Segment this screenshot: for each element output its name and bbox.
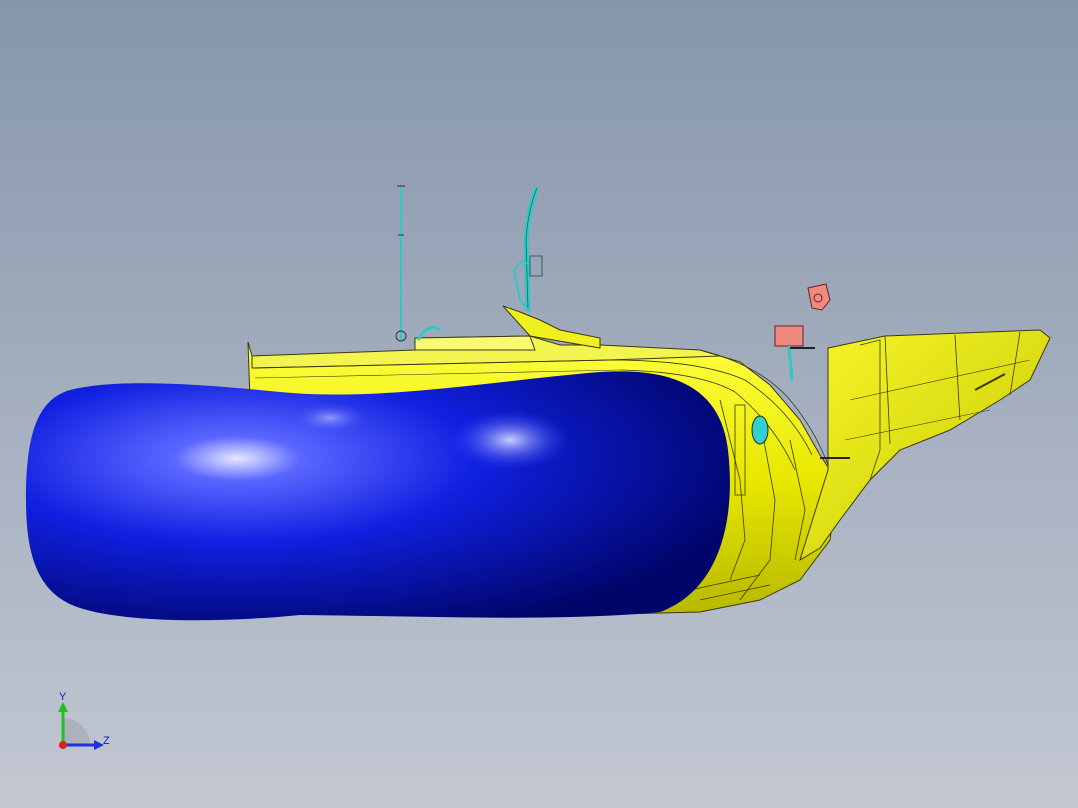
exhaust-pipe	[513, 187, 543, 313]
triad-y-label: Y	[59, 691, 67, 703]
antenna-mast	[395, 185, 407, 342]
triad-z-label: Z	[103, 735, 110, 747]
inflatable-float	[26, 371, 730, 621]
3d-model-view[interactable]: Y Z	[0, 0, 1078, 808]
light-bracket-lower	[774, 325, 815, 381]
bow-ramp	[799, 329, 1051, 562]
graphics-viewport[interactable]: Y Z	[0, 0, 1078, 808]
orientation-triad	[58, 702, 104, 750]
light-bracket-upper	[807, 283, 831, 311]
